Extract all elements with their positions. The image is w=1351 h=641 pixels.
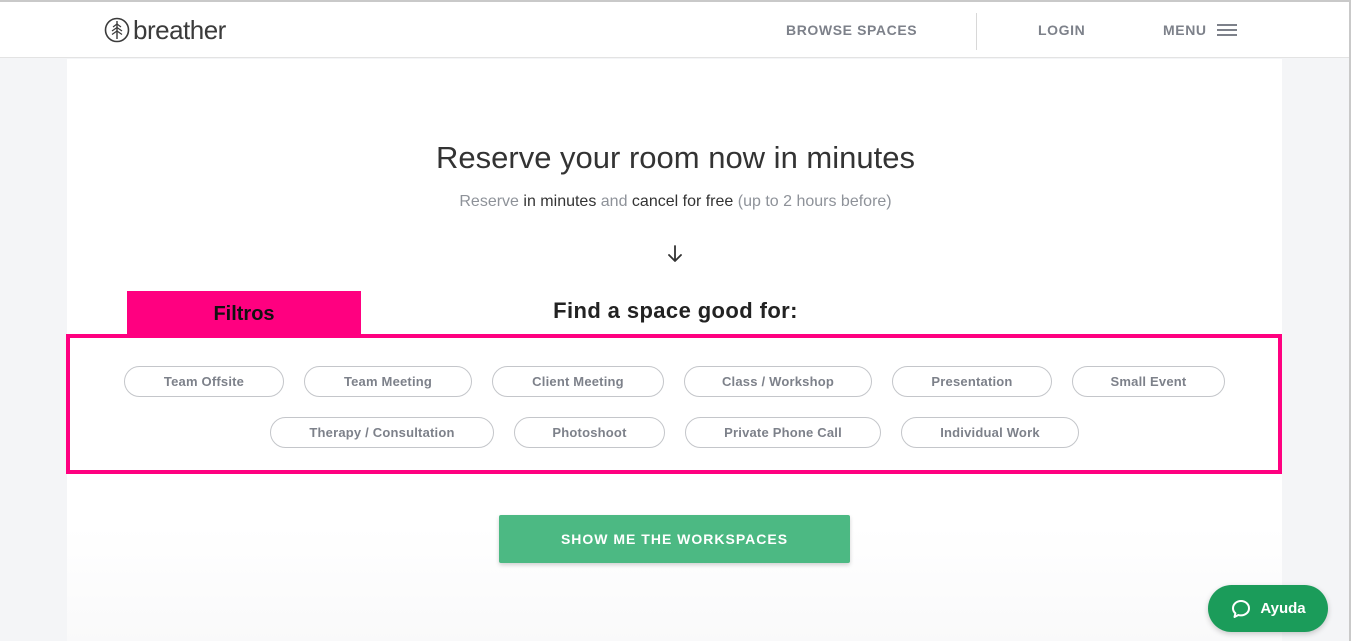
filter-pill-photoshoot[interactable]: Photoshoot (514, 417, 665, 448)
chat-bubble-icon (1232, 599, 1251, 618)
subtitle-part: and (596, 193, 632, 210)
help-label: Ayuda (1260, 600, 1306, 617)
filter-pill-class-workshop[interactable]: Class / Workshop (684, 366, 872, 397)
page-subtitle: Reserve in minutes and cancel for free (… (0, 192, 1351, 212)
subtitle-highlight-minutes: in minutes (523, 193, 597, 210)
filter-pill-client-meeting[interactable]: Client Meeting (492, 366, 664, 397)
logo-text: breather (133, 15, 226, 45)
login-link[interactable]: LOGIN (1038, 22, 1085, 38)
subtitle-part: (up to 2 hours before) (733, 193, 892, 210)
menu-label: MENU (1163, 22, 1207, 38)
help-chat-button[interactable]: Ayuda (1208, 585, 1328, 632)
filter-pill-presentation[interactable]: Presentation (892, 366, 1052, 397)
subtitle-highlight-cancel: cancel for free (631, 193, 734, 210)
filters-highlight-box (66, 334, 1282, 474)
show-workspaces-button[interactable]: SHOW ME THE WORKSPACES (499, 515, 850, 563)
filter-pill-individual-work[interactable]: Individual Work (901, 417, 1079, 448)
browse-spaces-link[interactable]: BROWSE SPACES (786, 22, 917, 38)
subtitle-part: Reserve (459, 193, 524, 210)
breather-logo[interactable]: breather (104, 15, 226, 45)
filter-pill-small-event[interactable]: Small Event (1072, 366, 1225, 397)
hamburger-icon (1216, 24, 1237, 36)
filter-pill-therapy-consultation[interactable]: Therapy / Consultation (270, 417, 494, 448)
filter-pill-team-offsite[interactable]: Team Offsite (124, 366, 284, 397)
arrow-down-icon (668, 245, 682, 262)
menu-button[interactable]: MENU (1163, 22, 1237, 38)
page-title: Reserve your room now in minutes (436, 140, 915, 175)
nav-divider (976, 13, 977, 50)
find-space-heading: Find a space good for: (553, 298, 798, 323)
top-nav-bar: breather BROWSE SPACES LOGIN MENU (0, 2, 1349, 58)
filter-pill-team-meeting[interactable]: Team Meeting (304, 366, 472, 397)
filter-pill-private-phone-call[interactable]: Private Phone Call (685, 417, 881, 448)
tree-logo-icon (104, 17, 130, 43)
